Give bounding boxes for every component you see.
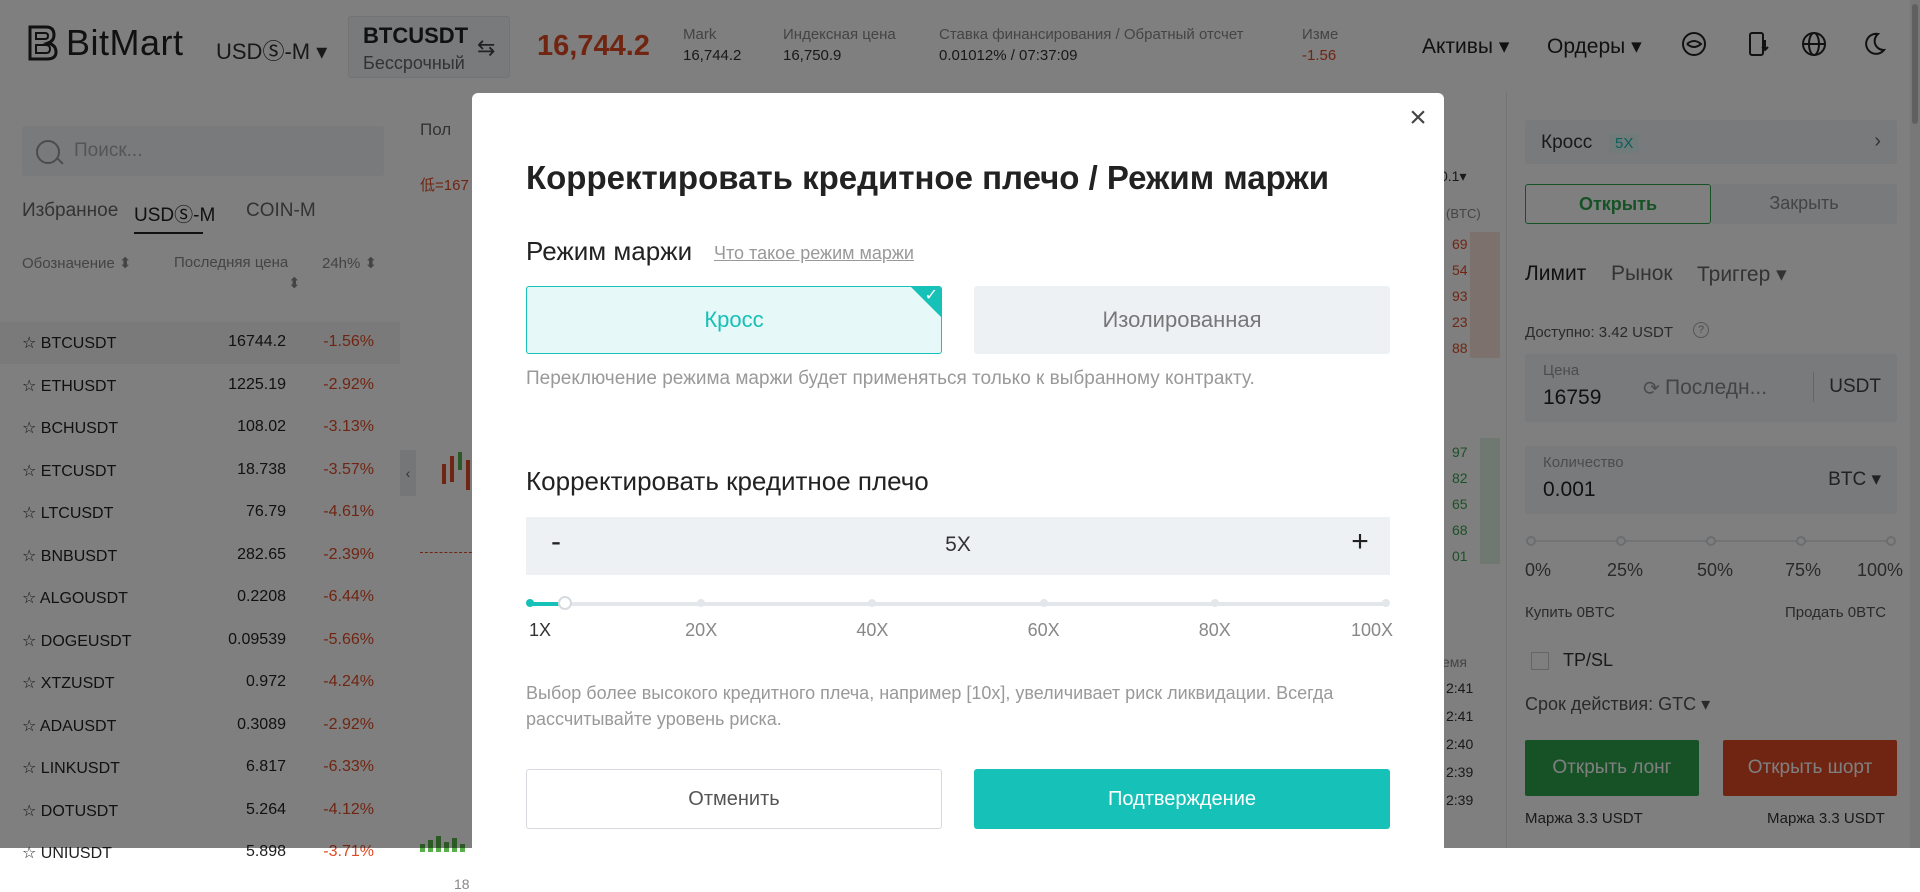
dialog-title: Корректировать кредитное плечо / Режим м… (526, 159, 1330, 196)
cancel-button[interactable]: Отменить (526, 769, 942, 829)
leverage-slider-stop[interactable] (1210, 599, 1219, 607)
cross-mode-button[interactable]: Кросс ✓ (526, 286, 942, 354)
x-axis-tick: 18 (454, 876, 470, 892)
leverage-tick-label: 100X (1350, 620, 1394, 640)
margin-mode-note: Переключение режима маржи будет применят… (526, 368, 1255, 389)
leverage-tick-label: 40X (856, 620, 889, 640)
check-icon: ✓ (924, 287, 938, 304)
isolated-mode-label: Изолированная (1102, 307, 1262, 332)
isolated-mode-button[interactable]: Изолированная (974, 286, 1390, 354)
leverage-tick-label: 1X (528, 620, 552, 640)
leverage-tick-label: 20X (685, 620, 718, 640)
leverage-slider[interactable] (526, 596, 1390, 610)
leverage-slider-stop[interactable] (1039, 599, 1048, 607)
leverage-slider-stop[interactable] (697, 599, 706, 607)
leverage-slider-thumb[interactable] (557, 596, 572, 610)
leverage-slider-stop[interactable] (868, 599, 877, 607)
leverage-stepper: - 5X + (526, 517, 1390, 575)
margin-mode-help-link[interactable]: Что такое режим маржи (714, 243, 914, 264)
margin-mode-heading: Режим маржи (526, 236, 693, 266)
leverage-risk-warning: Выбор более высокого кредитного плеча, н… (526, 683, 1334, 729)
leverage-slider-stop[interactable] (526, 599, 534, 607)
close-icon[interactable]: × (1404, 103, 1432, 133)
leverage-slider-stop[interactable] (1382, 599, 1390, 607)
leverage-value-input[interactable]: 5X (526, 533, 1390, 557)
leverage-tick-label: 60X (1027, 620, 1060, 640)
leverage-tick-label: 80X (1198, 620, 1231, 640)
increase-leverage-button[interactable]: + (1348, 525, 1372, 559)
cross-mode-label: Кросс (704, 307, 764, 332)
confirm-button[interactable]: Подтверждение (974, 769, 1390, 829)
leverage-margin-dialog: × Корректировать кредитное плечо / Режим… (472, 93, 1444, 853)
leverage-heading: Корректировать кредитное плечо (526, 466, 929, 496)
